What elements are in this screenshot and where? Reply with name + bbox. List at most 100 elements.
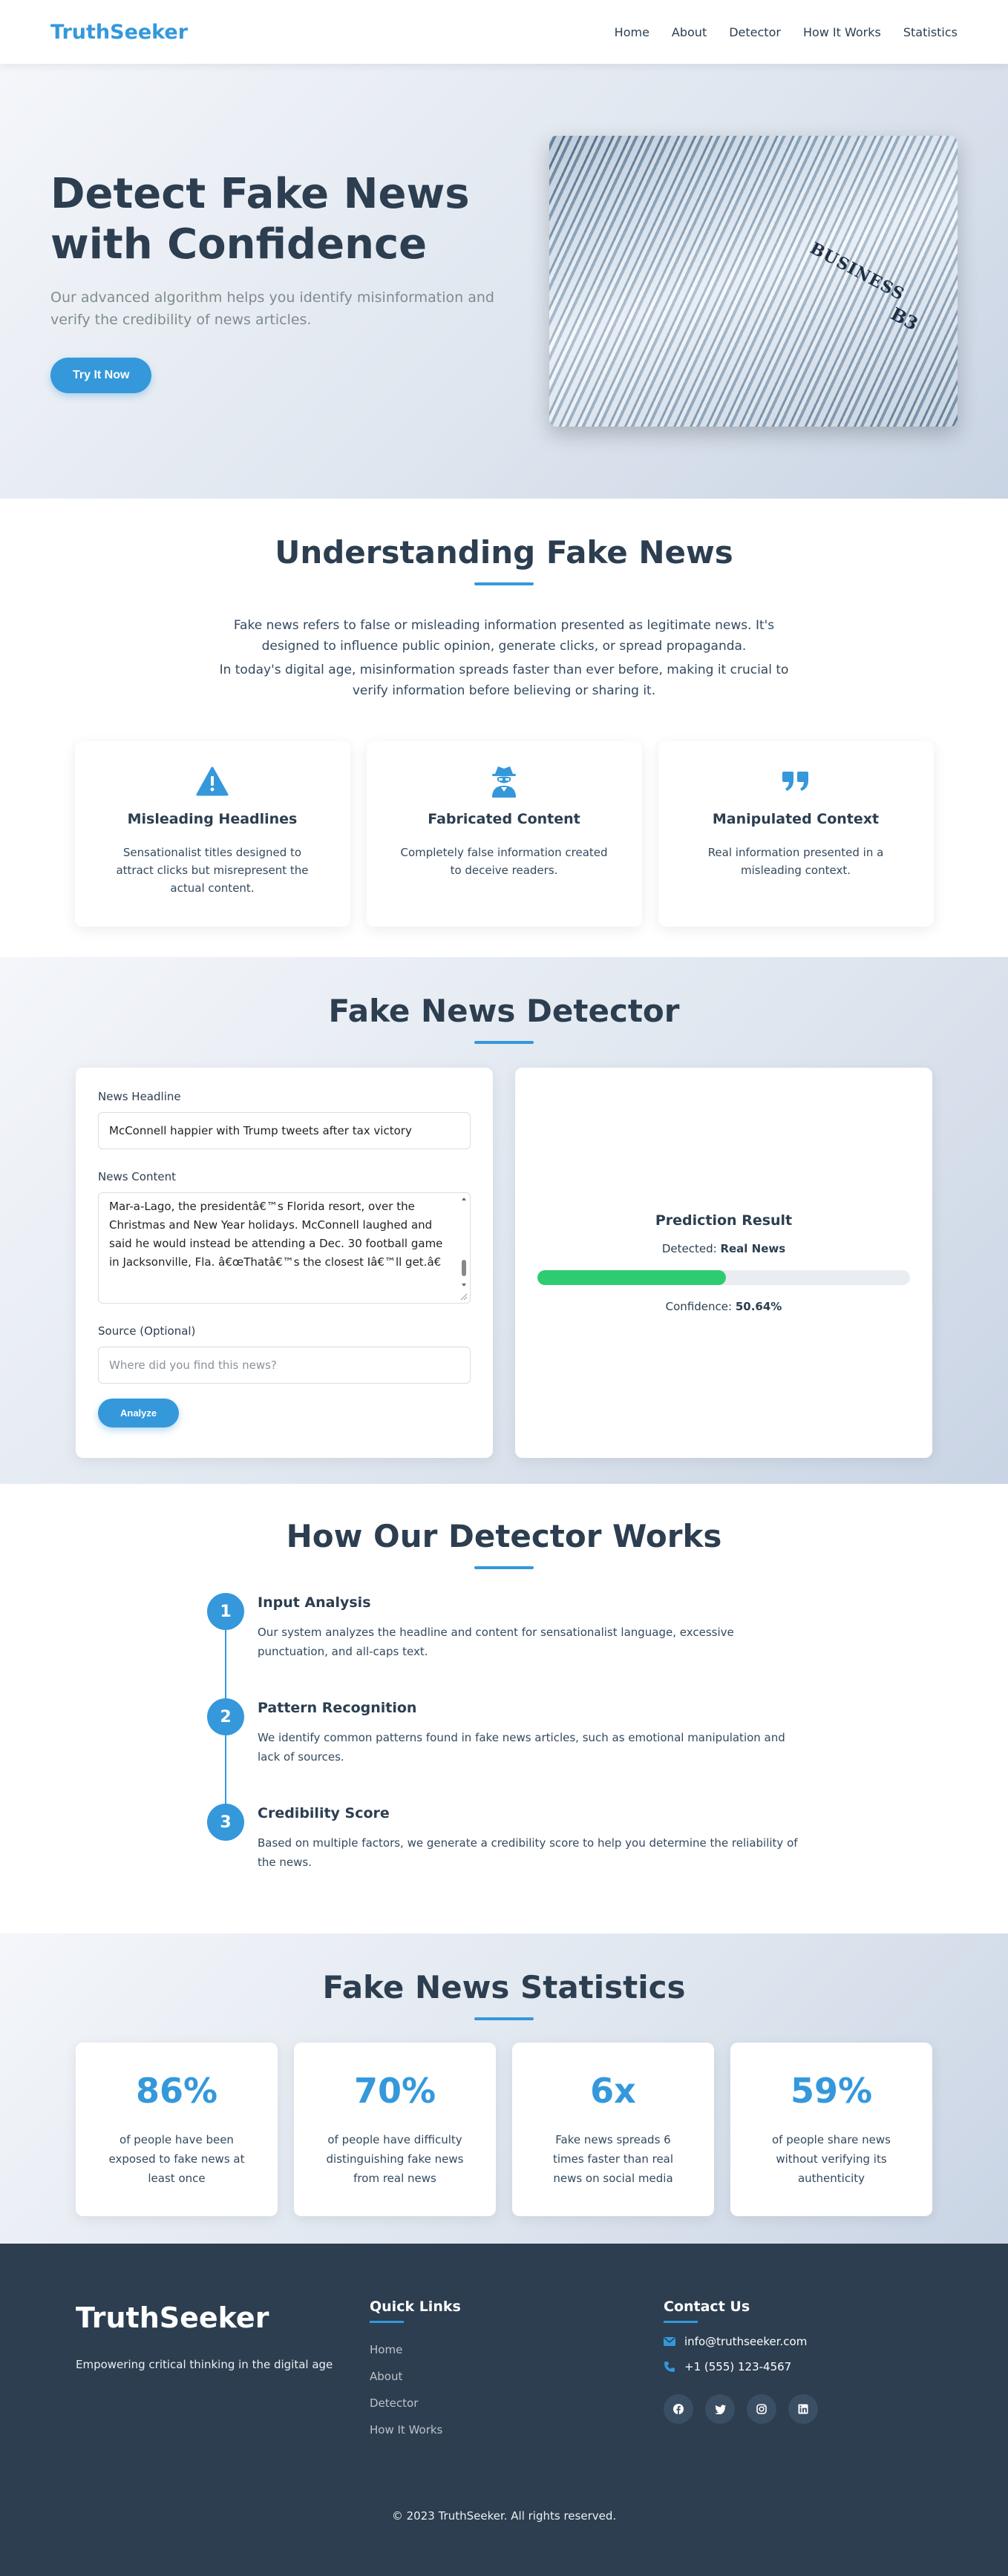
step-text: We identify common patterns found in fak… [258, 1731, 785, 1764]
stat-cards: 86% of people have been exposed to fake … [0, 2043, 1008, 2216]
footer-tagline: Empowering critical thinking in the digi… [76, 2358, 333, 2371]
footer-contact: Contact Us info@truthseeker.com +1 (555)… [664, 2299, 818, 2443]
content-textarea[interactable]: Mar-a-Lago, the presidentâ€™s Florida re… [98, 1192, 471, 1304]
understanding-section: Understanding Fake News Fake news refers… [0, 499, 1008, 957]
contact-phone[interactable]: +1 (555) 123-4567 [664, 2360, 818, 2373]
contact-email-text: info@truthseeker.com [684, 2335, 808, 2348]
stat-value: 6x [590, 2071, 636, 2111]
steps-list: 1 Input Analysis Our system analyzes the… [207, 1593, 801, 1885]
source-input[interactable]: Where did you find this news? [98, 1347, 471, 1384]
step-number: 1 [207, 1593, 244, 1630]
step-item: 3 Credibility Score Based on multiple fa… [207, 1804, 801, 1885]
step-text: Based on multiple factors, we generate a… [258, 1836, 798, 1869]
quote-icon [658, 765, 934, 798]
confidence-bar [537, 1270, 910, 1285]
stat-value: 59% [790, 2071, 873, 2111]
contact-title: Contact Us [664, 2299, 750, 2315]
step-item: 1 Input Analysis Our system analyzes the… [207, 1593, 801, 1698]
type-card: Manipulated Context Real information pre… [658, 741, 934, 927]
envelope-icon [664, 2337, 675, 2346]
twitter-icon[interactable] [705, 2394, 735, 2424]
type-card: Fabricated Content Completely false info… [366, 741, 642, 927]
source-label: Source (Optional) [98, 1324, 196, 1338]
stat-text: of people have difficulty distinguishing… [326, 2133, 464, 2185]
phone-icon [664, 2362, 675, 2372]
step-number: 3 [207, 1804, 244, 1841]
nav-detector[interactable]: Detector [729, 25, 781, 39]
hero-text: Detect Fake News with Confidence Our adv… [50, 169, 496, 393]
confidence-label: Confidence: [665, 1300, 733, 1313]
social-links [664, 2394, 818, 2424]
textarea-scrollbar[interactable] [459, 1195, 468, 1301]
footer-links: Home About Detector How It Works [370, 2336, 664, 2443]
card-title: Fabricated Content [428, 811, 580, 827]
stat-card: 86% of people have been exposed to fake … [76, 2043, 278, 2216]
footer-link-home[interactable]: Home [370, 2336, 664, 2363]
step-connector [225, 1630, 226, 1698]
title-underline [474, 1041, 534, 1044]
footer-link-about[interactable]: About [370, 2363, 664, 2390]
step-body: Input Analysis Our system analyzes the h… [258, 1593, 801, 1698]
linkedin-icon[interactable] [788, 2394, 818, 2424]
fake-news-types: Misleading Headlines Sensationalist titl… [0, 741, 1008, 927]
card-title: Misleading Headlines [127, 811, 298, 827]
detected-label: Detected: [661, 1242, 717, 1255]
detected-line: Detected: Real News [662, 1242, 785, 1255]
headline-label: News Headline [98, 1090, 181, 1103]
statistics-section: Fake News Statistics 86% of people have … [0, 1933, 1008, 2244]
step-number: 2 [207, 1698, 244, 1735]
nav-about[interactable]: About [672, 25, 707, 39]
footer-logo: TruthSeeker [76, 2301, 269, 2334]
confidence-bar-fill [537, 1270, 727, 1285]
type-card: Misleading Headlines Sensationalist titl… [74, 741, 350, 927]
hero-newspaper-image: BUSINESS B3 [549, 136, 958, 427]
section-title: Fake News Statistics [322, 1969, 686, 2005]
nav-statistics[interactable]: Statistics [903, 25, 958, 39]
logo[interactable]: TruthSeeker [50, 21, 188, 44]
result-title: Prediction Result [655, 1212, 793, 1229]
stat-card: 70% of people have difficulty distinguis… [294, 2043, 496, 2216]
card-text: Real information presented in a misleadi… [707, 846, 884, 877]
contact-email[interactable]: info@truthseeker.com [664, 2335, 818, 2348]
stat-card: 59% of people share news without verifyi… [730, 2043, 932, 2216]
card-text: Sensationalist titles designed to attrac… [116, 846, 309, 895]
instagram-icon[interactable] [747, 2394, 776, 2424]
footer-brand: TruthSeeker Empowering critical thinking… [76, 2299, 370, 2443]
content-label: News Content [98, 1170, 176, 1183]
stat-card: 6x Fake news spreads 6 times faster than… [512, 2043, 714, 2216]
headline-input[interactable]: McConnell happier with Trump tweets afte… [98, 1112, 471, 1149]
quick-links-title: Quick Links [370, 2299, 461, 2315]
stat-text: of people have been exposed to fake news… [108, 2133, 245, 2185]
stat-text: Fake news spreads 6 times faster than re… [552, 2133, 674, 2185]
footer-heading-underline [370, 2321, 404, 2323]
step-title: Pattern Recognition [258, 1700, 417, 1716]
card-title: Manipulated Context [712, 811, 880, 827]
contact-phone-text: +1 (555) 123-4567 [684, 2360, 792, 2373]
hero-section: Detect Fake News with Confidence Our adv… [0, 64, 1008, 499]
section-title: How Our Detector Works [286, 1518, 722, 1554]
confidence-value: 50.64% [735, 1300, 782, 1313]
step-title: Input Analysis [258, 1594, 371, 1611]
intro-paragraph: Fake news refers to false or misleading … [233, 618, 775, 654]
how-it-works-section: How Our Detector Works 1 Input Analysis … [0, 1484, 1008, 1933]
footer-link-how-it-works[interactable]: How It Works [370, 2416, 664, 2443]
nav-home[interactable]: Home [615, 25, 649, 39]
warning-triangle-icon [75, 765, 350, 798]
card-text: Completely false information created to … [400, 846, 608, 877]
main-nav: Home About Detector How It Works Statist… [615, 25, 958, 39]
footer-columns: TruthSeeker Empowering critical thinking… [76, 2299, 932, 2443]
detector-form: News Headline McConnell happier with Tru… [76, 1068, 493, 1458]
footer-link-detector[interactable]: Detector [370, 2390, 664, 2416]
detected-value: Real News [720, 1242, 786, 1255]
analyze-button[interactable]: Analyze [98, 1399, 180, 1427]
try-it-now-button[interactable]: Try It Now [50, 358, 152, 393]
title-underline [474, 2017, 534, 2020]
site-header: TruthSeeker Home About Detector How It W… [0, 0, 1008, 64]
step-title: Credibility Score [258, 1805, 390, 1821]
facebook-icon[interactable] [664, 2394, 693, 2424]
copyright: © 2023 TruthSeeker. All rights reserved. [391, 2509, 617, 2523]
title-underline [474, 582, 534, 585]
stat-value: 86% [135, 2071, 218, 2111]
step-text: Our system analyzes the headline and con… [258, 1626, 734, 1658]
nav-how-it-works[interactable]: How It Works [803, 25, 881, 39]
